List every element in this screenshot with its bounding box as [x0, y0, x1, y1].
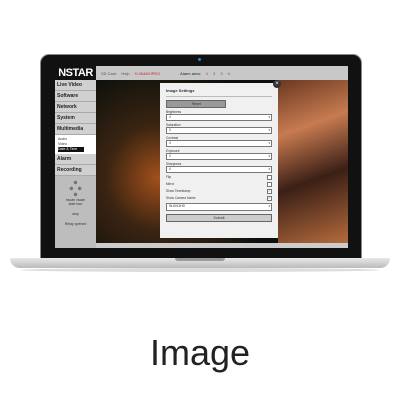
laptop-notch: [175, 258, 225, 261]
camera-name-input[interactable]: IN-6014HD: [166, 203, 272, 211]
sidebar-item-multimedia[interactable]: Multimedia: [55, 124, 96, 135]
mirror-checkbox[interactable]: [267, 182, 272, 187]
stop-button[interactable]: stop: [55, 212, 96, 216]
exposure-select[interactable]: 0: [166, 153, 272, 160]
mirror-label: Mirror: [166, 182, 175, 186]
submenu-date-time[interactable]: Date & Time: [58, 147, 84, 152]
nav-help[interactable]: Help: [121, 71, 129, 76]
sidebar: Live Video Software Network System Multi…: [55, 80, 96, 248]
top-nav: NSTAR SD Card Help H.264/MJPEG Alarm are…: [55, 66, 348, 80]
sidebar-item-recording[interactable]: Recording: [55, 165, 96, 176]
webcam-icon: [198, 58, 201, 61]
alarm-area-2[interactable]: 2: [213, 71, 215, 76]
camera-name-label: Show Camera Name: [166, 196, 196, 200]
sharpness-select[interactable]: 4: [166, 166, 272, 173]
alarm-area-1[interactable]: 1: [206, 71, 208, 76]
logo: NSTAR: [55, 66, 96, 80]
image-settings-dialog: Image Settings Reset Brightness 4 Satura…: [160, 83, 278, 238]
timestamp-label: Show Timestamp: [166, 189, 191, 193]
timestamp-checkbox[interactable]: ✓: [267, 189, 272, 194]
camera-name-checkbox[interactable]: ✓: [267, 196, 272, 201]
sidebar-item-system[interactable]: System: [55, 113, 96, 124]
alarm-area-3[interactable]: 3: [220, 71, 222, 76]
dialog-title: Image Settings: [166, 83, 272, 97]
close-icon[interactable]: ×: [273, 80, 281, 88]
sidebar-item-live-video[interactable]: Live Video: [55, 80, 96, 91]
contrast-select[interactable]: 4: [166, 140, 272, 147]
ptz-controls: ⊕ ⊕ ⊕ ⊕: [55, 180, 96, 198]
ptz-right-icon[interactable]: ⊕: [78, 186, 82, 192]
laptop-screen: NSTAR SD Card Help H.264/MJPEG Alarm are…: [55, 66, 348, 248]
reset-button[interactable]: Reset: [166, 100, 227, 108]
nav-codec[interactable]: H.264/MJPEG: [135, 71, 161, 76]
sidebar-item-software[interactable]: Software: [55, 91, 96, 102]
alarm-area-label: Alarm area:: [180, 70, 201, 76]
submenu: Audio Video Date & Time: [55, 135, 96, 154]
saturation-select[interactable]: 3: [166, 127, 272, 134]
flip-checkbox[interactable]: [267, 175, 272, 180]
nav-sd-card[interactable]: SD Card: [101, 71, 116, 76]
caption: Image: [149, 332, 251, 373]
sidebar-item-alarm[interactable]: Alarm: [55, 154, 96, 165]
flip-label: Flip: [166, 175, 172, 179]
alarm-area-4[interactable]: 4: [228, 71, 230, 76]
laptop-shadow: [20, 268, 380, 272]
sidebar-item-network[interactable]: Network: [55, 102, 96, 113]
brightness-select[interactable]: 4: [166, 114, 272, 121]
submit-button[interactable]: Submit: [166, 214, 272, 222]
start-tour-button[interactable]: start tour: [55, 202, 96, 206]
status-text: Relay opened: [64, 222, 87, 226]
